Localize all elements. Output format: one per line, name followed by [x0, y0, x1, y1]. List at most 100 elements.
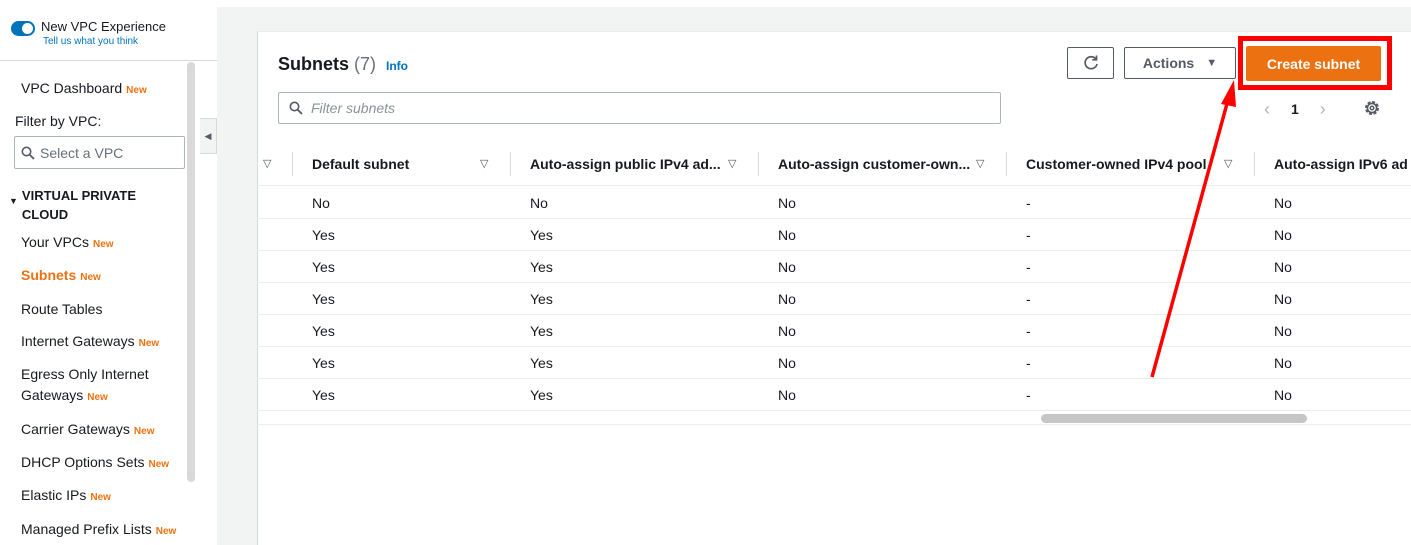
table-cell: No [778, 259, 796, 275]
table-cell: No [1274, 355, 1292, 371]
sidebar-item-route-tables[interactable]: Route Tables [21, 299, 102, 320]
table-row[interactable]: Yes Yes No - No [257, 379, 1411, 411]
column-separator[interactable] [1006, 152, 1007, 176]
search-icon [289, 101, 303, 115]
sort-icon[interactable]: ▽ [263, 157, 271, 170]
table-cell: Yes [530, 291, 553, 307]
table-cell: No [530, 195, 548, 211]
table-row[interactable]: Yes Yes No - No [257, 283, 1411, 315]
sidebar-item-managed-prefix-lists[interactable]: Managed Prefix Lists New [21, 519, 176, 542]
table-cell: - [1026, 323, 1031, 339]
table-cell: Yes [312, 355, 335, 371]
table-cell: No [778, 195, 796, 211]
sidebar-item-vpc-dashboard[interactable]: VPC Dashboard New [21, 78, 147, 101]
table-cell: - [1026, 259, 1031, 275]
table-cell: No [778, 227, 796, 243]
table-cell: Yes [530, 355, 553, 371]
sidebar-item-elastic-ips[interactable]: Elastic IPs New [21, 485, 111, 508]
page-title: Subnets (7) Info [278, 54, 409, 74]
column-header-auto-assign-public-ipv4[interactable]: Auto-assign public IPv4 ad... [530, 141, 721, 186]
toggle-switch[interactable] [11, 21, 35, 36]
sort-icon[interactable]: ▽ [976, 157, 984, 170]
vpc-select-placeholder: Select a VPC [40, 144, 124, 161]
table-cell: - [1026, 355, 1031, 371]
table-cell: Yes [530, 323, 553, 339]
sidebar-item-carrier-gateways[interactable]: Carrier Gateways New [21, 419, 154, 442]
experience-title: New VPC Experience [41, 19, 166, 34]
pagination: ‹ 1 › [1257, 96, 1333, 122]
actions-button[interactable]: Actions ▼ [1124, 47, 1236, 79]
column-separator[interactable] [1254, 152, 1255, 176]
table-cell: No [1274, 259, 1292, 275]
filter-subnets-input[interactable]: Filter subnets [278, 92, 1001, 124]
sort-icon[interactable]: ▽ [1224, 157, 1232, 170]
subnet-count: (7) [354, 54, 377, 74]
table-body: No No No - No Yes Yes No - No Yes Yes No - No Yes Yes No -… [257, 187, 1411, 411]
feedback-link[interactable]: Tell us what you think [43, 35, 166, 49]
refresh-button[interactable] [1067, 47, 1114, 79]
column-header-default-subnet[interactable]: Default subnet [312, 141, 409, 186]
table-row[interactable]: Yes Yes No - No [257, 219, 1411, 251]
table-row[interactable]: Yes Yes No - No [257, 251, 1411, 283]
table-cell: Yes [530, 259, 553, 275]
column-separator[interactable] [292, 152, 293, 176]
caret-down-icon: ▼ [1206, 57, 1218, 69]
table-footer-line [257, 424, 1411, 425]
new-experience-toggle[interactable]: New VPC Experience Tell us what you thin… [11, 19, 166, 49]
table-cell: No [312, 195, 330, 211]
info-link[interactable]: Info [386, 59, 408, 73]
column-separator[interactable] [758, 152, 759, 176]
table-cell: No [1274, 291, 1292, 307]
table-row[interactable]: Yes Yes No - No [257, 315, 1411, 347]
table-cell: No [1274, 387, 1292, 403]
table-cell: No [778, 387, 796, 403]
column-separator[interactable] [510, 152, 511, 176]
horizontal-scrollbar[interactable] [1041, 414, 1307, 423]
collapse-sidebar-button[interactable]: ◀ [200, 118, 217, 154]
table-cell: - [1026, 387, 1031, 403]
table-cell: Yes [312, 323, 335, 339]
table-cell: No [778, 291, 796, 307]
create-subnet-button[interactable]: Create subnet [1246, 46, 1381, 81]
top-strip [217, 0, 1411, 7]
table-cell: - [1026, 227, 1031, 243]
section-virtual-private-cloud[interactable]: ▼ VIRTUAL PRIVATE CLOUD [9, 186, 162, 224]
sidebar-item-dhcp-options-sets[interactable]: DHCP Options Sets New [21, 452, 169, 475]
gear-icon[interactable] [1362, 98, 1382, 118]
sidebar-item-egress-only-internet-gateways[interactable]: Egress Only Internet Gateways New [21, 364, 149, 408]
filter-by-vpc-label: Filter by VPC: [15, 113, 102, 129]
sidebar-item-internet-gateways[interactable]: Internet Gateways New [21, 331, 159, 354]
table-cell: No [778, 323, 796, 339]
column-header-auto-assign-ipv6[interactable]: Auto-assign IPv6 ad [1274, 141, 1408, 186]
table-row[interactable]: Yes Yes No - No [257, 347, 1411, 379]
caret-down-icon: ▼ [9, 196, 18, 206]
column-header-auto-assign-customer-owned[interactable]: Auto-assign customer-own... [778, 141, 970, 186]
previous-page-icon[interactable]: ‹ [1257, 99, 1277, 120]
table-row[interactable]: No No No - No [257, 187, 1411, 219]
vpc-select[interactable]: Select a VPC [14, 136, 185, 169]
sort-icon[interactable]: ▽ [480, 157, 488, 170]
current-page[interactable]: 1 [1291, 101, 1299, 117]
divider [0, 60, 217, 61]
new-badge: New [126, 85, 147, 96]
table-cell: Yes [312, 259, 335, 275]
table-cell: No [1274, 227, 1292, 243]
table-cell: Yes [530, 227, 553, 243]
sidebar-scrollbar[interactable] [187, 62, 195, 482]
column-header-customer-owned-ipv4-pool[interactable]: Customer-owned IPv4 pool [1026, 141, 1206, 186]
table-cell: No [1274, 195, 1292, 211]
filter-placeholder: Filter subnets [311, 100, 396, 116]
table-cell: Yes [312, 387, 335, 403]
table-header: ▽ Default subnet ▽ Auto-assign public IP… [257, 141, 1411, 186]
next-page-icon[interactable]: › [1313, 99, 1333, 120]
sidebar: New VPC Experience Tell us what you thin… [0, 0, 217, 545]
search-icon [21, 146, 35, 160]
table-cell: Yes [312, 227, 335, 243]
caret-left-icon: ◀ [204, 130, 212, 141]
sort-icon[interactable]: ▽ [728, 157, 736, 170]
table-cell: No [778, 355, 796, 371]
table-cell: Yes [312, 291, 335, 307]
sidebar-item-your-vpcs[interactable]: Your VPCs New [21, 232, 114, 255]
sidebar-item-subnets[interactable]: Subnets New [21, 265, 101, 288]
table-cell: - [1026, 195, 1031, 211]
